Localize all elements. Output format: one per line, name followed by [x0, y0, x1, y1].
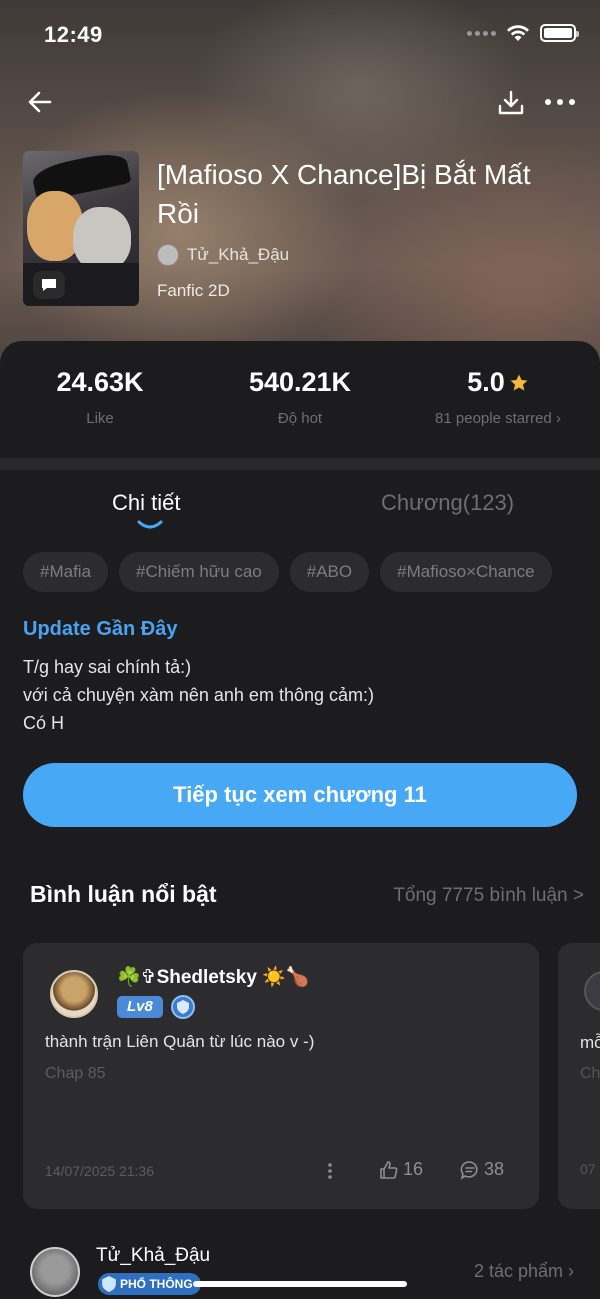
commenter-avatar: [584, 971, 600, 1011]
speech-bubble-icon: [33, 271, 65, 299]
status-icons: [467, 24, 579, 42]
comment-like-count: 16: [403, 1159, 424, 1179]
featured-comments-title: Bình luận nổi bật: [30, 881, 217, 907]
tag-chip[interactable]: #ABO: [289, 552, 370, 592]
section-divider: [0, 458, 600, 470]
status-bar: 12:49: [0, 0, 600, 70]
book-title: [Mafioso X Chance]Bị Bắt Mất Rồi: [157, 159, 531, 229]
more-options-icon[interactable]: [542, 88, 578, 118]
back-arrow-icon[interactable]: [24, 86, 56, 118]
comment-date: 14/07/2025 21:36: [45, 1163, 154, 1179]
comment-like-button[interactable]: 16: [379, 1159, 423, 1180]
shield-icon: [102, 1276, 116, 1292]
likes-stat: 24.63K Like: [0, 367, 200, 427]
tag-chip[interactable]: #Mafioso×Chance: [380, 552, 552, 592]
comment-reply-count: 38: [484, 1159, 505, 1179]
download-icon[interactable]: [496, 88, 526, 118]
book-genre[interactable]: Fanfic 2D: [157, 281, 230, 301]
likes-label: Like: [86, 410, 114, 427]
likes-value: 24.63K: [56, 367, 144, 397]
commenter-avatar[interactable]: [50, 970, 98, 1018]
comment-chapter: Chap 85: [45, 1065, 106, 1082]
membership-badge-label: PHỔ THÔNG: [120, 1277, 193, 1291]
author-name: Tử_Khả_Đậu: [187, 245, 290, 264]
reply-bubble-icon: [460, 1160, 478, 1180]
comment-text: mỗ: [580, 1033, 600, 1052]
continue-reading-button[interactable]: Tiếp tục xem chương 11: [23, 763, 577, 827]
rating-stat[interactable]: 5.0 81 people starred ›: [398, 367, 598, 427]
cellular-signal-icon: [467, 30, 496, 36]
battery-icon: [540, 24, 579, 42]
book-cover-image[interactable]: [23, 151, 139, 306]
membership-shield-icon: [170, 995, 195, 1019]
author-profile-avatar: [30, 1247, 80, 1297]
star-icon: [510, 374, 528, 390]
tab-chapters[interactable]: Chương(123): [381, 490, 514, 516]
tag-chip[interactable]: #Chiếm hữu cao: [119, 552, 279, 592]
home-indicator: [193, 1281, 407, 1287]
tab-bar: Chi tiết Chương(123): [0, 486, 600, 536]
tab-detail[interactable]: Chi tiết: [112, 490, 180, 516]
level-badge: Lv8: [117, 996, 163, 1018]
membership-badge: PHỔ THÔNG: [98, 1273, 201, 1295]
next-comment-card[interactable]: mỗ Ch 07: [558, 943, 600, 1209]
commenter-badges: Lv8: [117, 995, 195, 1019]
comment-text: thành trận Liên Quân từ lúc nào v -): [45, 1032, 315, 1051]
detail-panel: 24.63K Like 540.21K Độ hot 5.0 81 people…: [0, 341, 600, 1299]
comment-card[interactable]: ☘️✞Shedletsky ☀️🍗 Lv8 thành trận Liên Qu…: [23, 943, 539, 1209]
update-title: Update Gần Đây: [23, 618, 178, 640]
active-tab-indicator: [137, 520, 163, 529]
update-body: T/g hay sai chính tả:) với cả chuyện xàm…: [23, 653, 374, 737]
hot-stat: 540.21K Độ hot: [200, 367, 400, 427]
author-profile-row[interactable]: Tử_Khả_Đậu PHỔ THÔNG 2 tác phẩm ›: [0, 1235, 600, 1299]
thumbs-up-icon: [380, 1160, 398, 1179]
author-profile-name: Tử_Khả_Đậu: [96, 1245, 211, 1266]
status-time: 12:49: [44, 22, 103, 47]
rating-value: 5.0: [467, 367, 505, 397]
tag-list: #Mafia #Chiếm hữu cao #ABO #Mafioso×Chance: [23, 552, 577, 592]
hot-label: Độ hot: [277, 410, 323, 427]
rating-count-link: 81 people starred ›: [435, 410, 561, 427]
hot-value: 540.21K: [248, 367, 352, 397]
stats-row: 24.63K Like 540.21K Độ hot 5.0 81 people…: [0, 341, 600, 458]
comment-chapter: Ch: [580, 1065, 600, 1082]
tag-chip[interactable]: #Mafia: [23, 552, 109, 592]
author-works-link[interactable]: 2 tác phẩm ›: [474, 1261, 574, 1282]
author-avatar: [157, 244, 179, 266]
comment-more-icon[interactable]: [323, 1160, 337, 1182]
update-line: Có H: [23, 713, 65, 733]
comment-reply-button[interactable]: 38: [460, 1159, 504, 1180]
rating-value-row: 5.0: [398, 367, 598, 398]
book-author[interactable]: Tử_Khả_Đậu: [157, 244, 289, 266]
wifi-icon: [507, 25, 529, 41]
update-line: T/g hay sai chính tả:): [23, 657, 192, 677]
update-line: với cả chuyện xàm nên anh em thông cảm:): [23, 685, 374, 705]
all-comments-link[interactable]: Tổng 7775 bình luận >: [393, 885, 584, 907]
comment-date: 07: [580, 1161, 596, 1177]
commenter-name: ☘️✞Shedletsky ☀️🍗: [117, 967, 310, 988]
